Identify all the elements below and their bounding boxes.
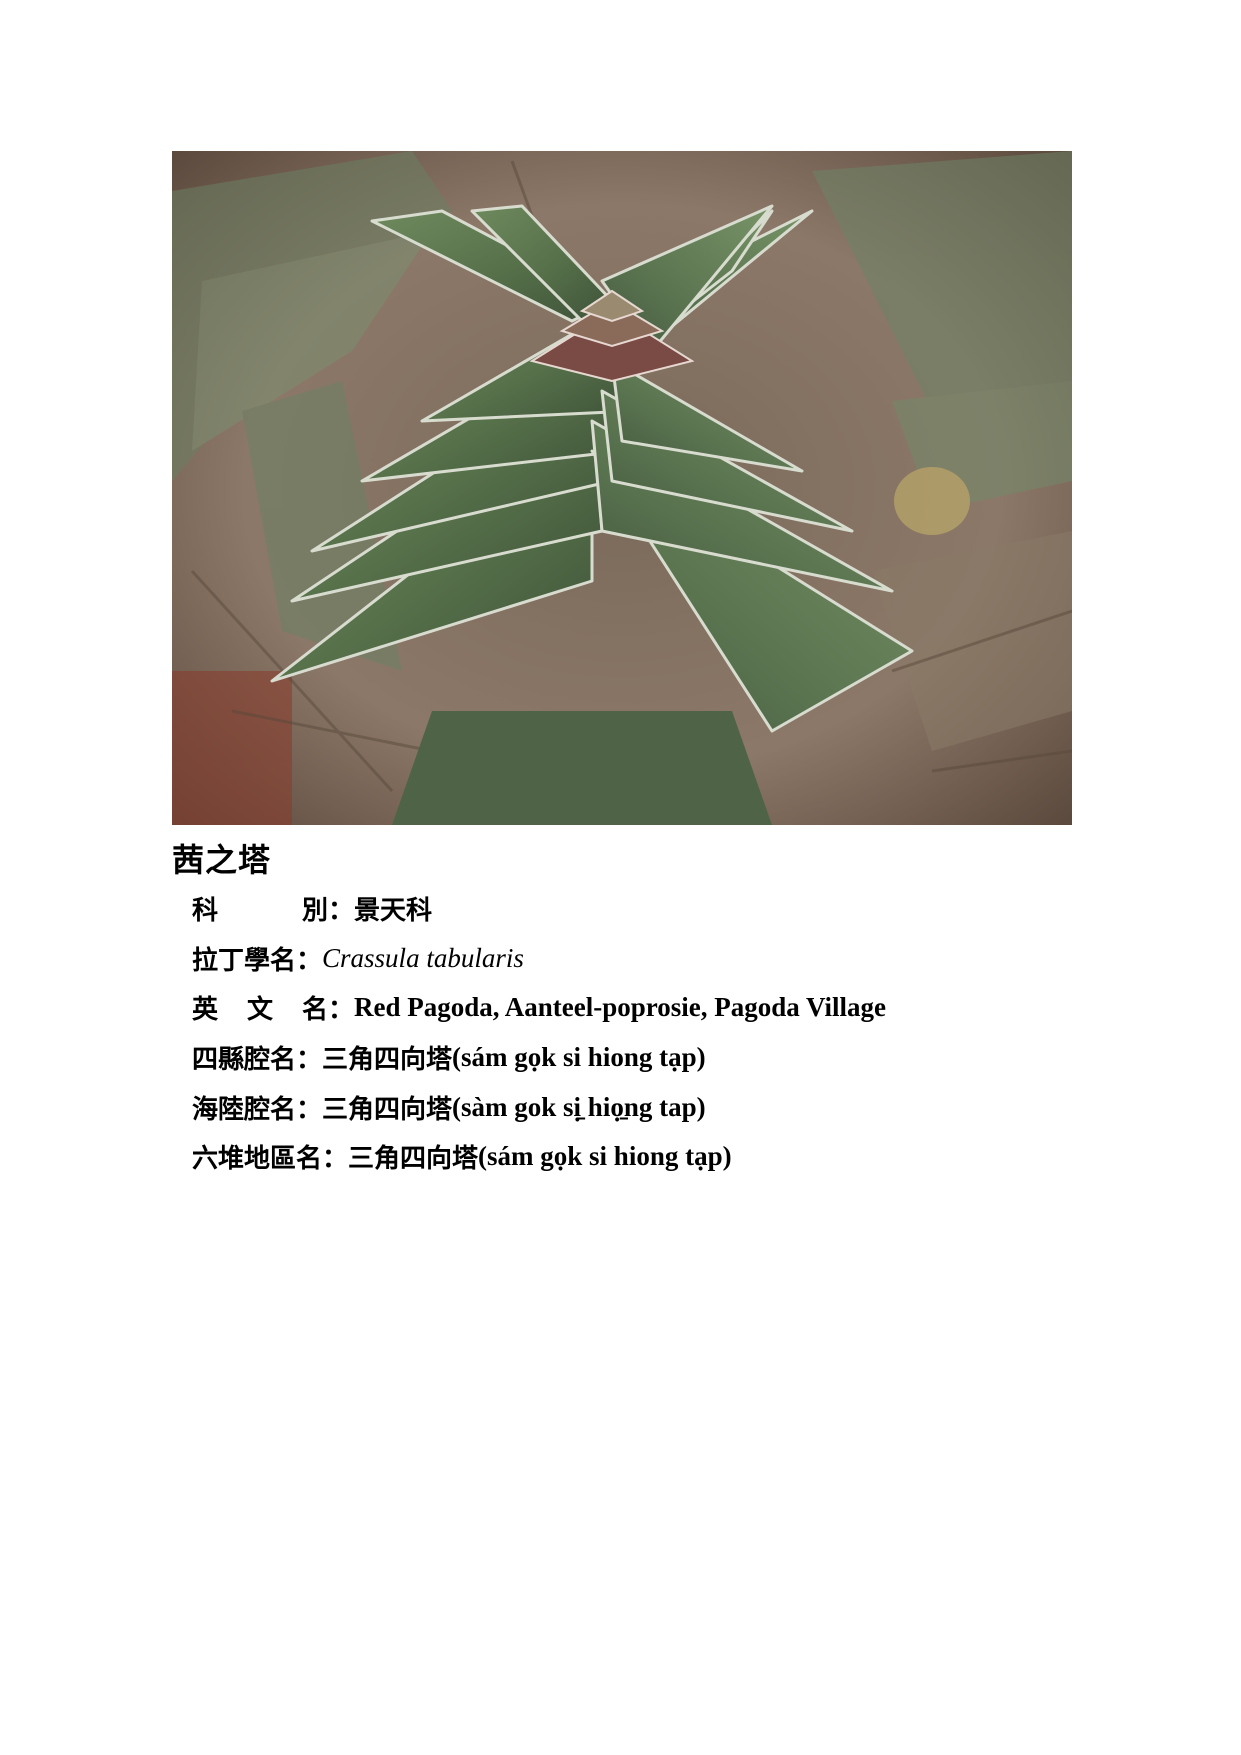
colon: ： <box>328 896 355 927</box>
field-family-value: 景天科 <box>354 896 433 927</box>
field-english-name: 英 文 名 ： Red Pagoda, Aanteel-poprosie, Pag… <box>192 983 886 1033</box>
field-english-name-label: 英 文 名 <box>192 989 328 1026</box>
field-liudui-name-roman: (sám gọk si hiong tạp) <box>478 1141 732 1172</box>
field-sixian-name-label: 四縣腔名 <box>192 1045 297 1076</box>
colon: ： <box>296 1094 323 1125</box>
label-char: 英 <box>192 995 219 1026</box>
field-family-label: 科 別 <box>192 890 328 927</box>
label-char: 別 <box>301 896 328 927</box>
colon: ： <box>296 1045 323 1076</box>
label-char: 文 <box>246 995 273 1026</box>
field-sixian-name: 四縣腔名：三角四向塔 (sám gọk si hiong tạp) <box>192 1033 886 1083</box>
plant-name-heading: 茜之塔 <box>172 841 272 879</box>
field-english-name-value: Red Pagoda, Aanteel-poprosie, Pagoda Vil… <box>354 992 887 1023</box>
field-latin-name-value: Crassula tabularis <box>322 942 524 973</box>
field-hailu-name: 海陸腔名：三角四向塔 (sàm gok sị̱ hiọ̱ng tap) <box>192 1082 886 1132</box>
plant-info-list: 科 別 ：景天科 拉丁學名： Crassula tabularis 英 文 名 ：… <box>192 884 886 1182</box>
label-char: 科 <box>192 896 219 927</box>
field-sixian-name-cjk: 三角四向塔 <box>322 1045 453 1076</box>
field-hailu-name-cjk: 三角四向塔 <box>322 1094 453 1125</box>
plant-photo <box>172 151 1072 825</box>
field-latin-name-label: 拉丁學名 <box>192 945 297 976</box>
field-liudui-name: 六堆地區名：三角四向塔 (sám gọk si hiong tạp) <box>192 1132 886 1182</box>
colon: ： <box>296 945 323 976</box>
field-family: 科 別 ：景天科 <box>192 884 886 934</box>
field-liudui-name-label: 六堆地區名 <box>192 1144 323 1175</box>
field-hailu-name-roman: (sàm gok sị̱ hiọ̱ng tap) <box>452 1091 706 1122</box>
field-hailu-name-label: 海陸腔名 <box>192 1094 297 1125</box>
colon: ： <box>322 1144 349 1175</box>
field-liudui-name-cjk: 三角四向塔 <box>348 1144 479 1175</box>
colon: ： <box>328 995 355 1026</box>
label-char: 名 <box>301 995 328 1026</box>
field-sixian-name-roman: (sám gọk si hiong tạp) <box>452 1042 706 1073</box>
field-latin-name: 拉丁學名： Crassula tabularis <box>192 934 886 984</box>
